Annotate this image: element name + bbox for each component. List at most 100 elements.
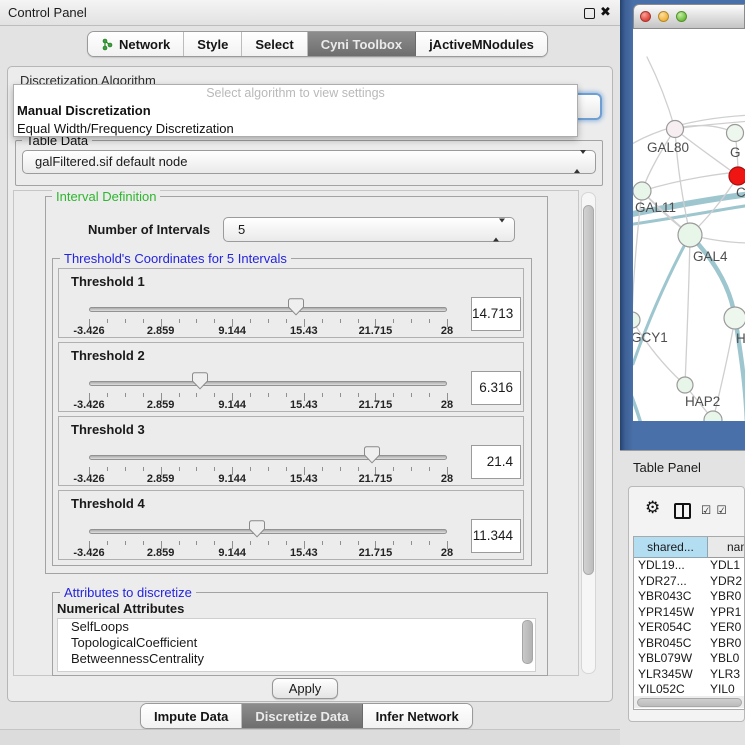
table-row[interactable]: YBR045CYBR0 [634, 636, 745, 652]
dropdown-option-manual-discretization[interactable]: Manual Discretization [14, 102, 577, 120]
slider-track[interactable] [89, 307, 447, 312]
checkbox-icons[interactable]: ☑ ☑ [701, 503, 728, 517]
tab-impute-data[interactable]: Impute Data [141, 704, 242, 728]
minor-tick [429, 393, 430, 397]
network-edge[interactable] [647, 57, 675, 129]
minor-tick [179, 393, 180, 397]
threshold-value-field[interactable]: 11.344 [471, 519, 521, 553]
attribute-item-topologicalcoefficient[interactable]: TopologicalCoefficient [58, 635, 535, 651]
threshold-row-2: Threshold 2-3.4262.8599.14415.4321.71528… [58, 342, 524, 412]
cell-shared-name[interactable]: YBL079W [638, 651, 707, 667]
tick-label: 21.715 [359, 399, 393, 411]
cell-shared-name[interactable]: YDL19... [638, 558, 707, 574]
close-traffic-light-icon[interactable] [640, 11, 651, 22]
minor-tick [358, 393, 359, 397]
slider-track[interactable] [89, 529, 447, 534]
cell-shared-name[interactable]: YER054C [638, 620, 707, 636]
tab-infer-network[interactable]: Infer Network [363, 704, 472, 728]
cell-name[interactable]: YIL0 [710, 682, 745, 693]
table-row[interactable]: YLR345WYLR3 [634, 667, 745, 683]
minor-tick [196, 319, 197, 323]
tick-label: 28 [441, 399, 453, 411]
minor-tick [340, 393, 341, 397]
vertical-scrollbar-thumb[interactable] [583, 205, 594, 575]
cell-name[interactable]: YBR0 [710, 636, 745, 652]
minor-tick [322, 319, 323, 323]
node-gal4[interactable] [678, 223, 702, 247]
network-view-canvas[interactable]: GAL80GCGAL11GAL4GCY1HHAP2 [633, 29, 745, 421]
node-hap2[interactable] [677, 377, 693, 393]
table-row[interactable]: YDR27...YDR2 [634, 574, 745, 590]
table-row[interactable]: YBL079WYBL0 [634, 651, 745, 667]
threshold-value-field[interactable]: 14.713 [471, 297, 521, 331]
table-row[interactable]: YER054CYER0 [634, 620, 745, 636]
slider-track[interactable] [89, 455, 447, 460]
tab-cyni-toolbox[interactable]: Cyni Toolbox [308, 32, 416, 56]
cell-name[interactable]: YBL0 [710, 651, 745, 667]
number-of-intervals-spinner[interactable]: 5 [223, 217, 515, 242]
minor-tick [429, 319, 430, 323]
dropdown-option-equal-width-frequency[interactable]: Equal Width/Frequency Discretization [14, 120, 577, 138]
slider-thumb[interactable] [288, 298, 304, 319]
cell-name[interactable]: YER0 [710, 620, 745, 636]
column-header-shared[interactable]: shared... [634, 537, 708, 558]
cell-shared-name[interactable]: YIL052C [638, 682, 707, 693]
attributes-list-scrollbar-thumb[interactable] [522, 620, 533, 664]
cell-shared-name[interactable]: YBR043C [638, 589, 707, 605]
attribute-item-betweennesscentrality[interactable]: BetweennessCentrality [58, 651, 535, 667]
table-row[interactable]: YPR145WYPR1 [634, 605, 745, 621]
gear-icon[interactable]: ⚙ [645, 498, 660, 518]
node-gcy1[interactable] [633, 312, 640, 328]
slider-thumb[interactable] [192, 372, 208, 393]
cell-name[interactable]: YDR2 [710, 574, 745, 590]
top-tab-bar: NetworkStyleSelectCyni ToolboxjActiveMNo… [87, 31, 548, 57]
cell-shared-name[interactable]: YDR27... [638, 574, 707, 590]
table-data-combobox[interactable]: galFiltered.sif default node [22, 150, 596, 174]
network-edge[interactable] [690, 235, 735, 318]
minor-tick [393, 541, 394, 545]
network-edge[interactable] [642, 129, 675, 191]
node-gal80[interactable] [667, 121, 684, 138]
threshold-value-field[interactable]: 6.316 [471, 371, 521, 405]
table-row[interactable]: YIL052CYIL0 [634, 682, 745, 693]
table-horizontal-scrollbar-thumb[interactable] [637, 698, 742, 707]
cell-name[interactable]: YDL1 [710, 558, 745, 574]
attribute-item-selfloops[interactable]: SelfLoops [58, 619, 535, 635]
cell-shared-name[interactable]: YPR145W [638, 605, 707, 621]
cell-shared-name[interactable]: YLR345W [638, 667, 707, 683]
table-row[interactable]: YBR043CYBR0 [634, 589, 745, 605]
tab-style[interactable]: Style [184, 32, 242, 56]
threshold-value-field[interactable]: 21.4 [471, 445, 521, 479]
node-red[interactable] [729, 167, 745, 185]
column-header-name[interactable]: name [708, 537, 745, 558]
minor-tick [286, 393, 287, 397]
node-h[interactable] [724, 307, 745, 329]
network-edge[interactable] [633, 385, 647, 421]
slider-thumb[interactable] [249, 520, 265, 541]
node-right-top[interactable] [727, 125, 744, 142]
minor-tick [268, 393, 269, 397]
slider-track[interactable] [89, 381, 447, 386]
cell-name[interactable]: YLR3 [710, 667, 745, 683]
float-icon[interactable] [584, 8, 595, 19]
columns-icon[interactable] [674, 503, 691, 519]
minor-tick [250, 467, 251, 471]
tab-select[interactable]: Select [242, 32, 307, 56]
numerical-attributes-list[interactable]: SelfLoopsTopologicalCoefficientBetweenne… [57, 618, 536, 672]
zoom-traffic-light-icon[interactable] [676, 11, 687, 22]
tab-discretize-data[interactable]: Discretize Data [242, 704, 362, 728]
network-edge[interactable] [685, 235, 690, 385]
tab-jactivemnodules[interactable]: jActiveMNodules [416, 32, 547, 56]
minimize-traffic-light-icon[interactable] [658, 11, 669, 22]
close-icon[interactable]: ✖ [600, 4, 611, 20]
cell-name[interactable]: YBR0 [710, 589, 745, 605]
minor-tick [322, 393, 323, 397]
tab-network[interactable]: Network [88, 32, 184, 56]
tick-label: 9.144 [218, 473, 246, 485]
cell-name[interactable]: YPR1 [710, 605, 745, 621]
slider-thumb[interactable] [364, 446, 380, 467]
apply-button[interactable]: Apply [272, 678, 338, 699]
cell-shared-name[interactable]: YBR045C [638, 636, 707, 652]
table-row[interactable]: YDL19...YDL1 [634, 558, 745, 574]
node-gal11[interactable] [633, 182, 651, 200]
